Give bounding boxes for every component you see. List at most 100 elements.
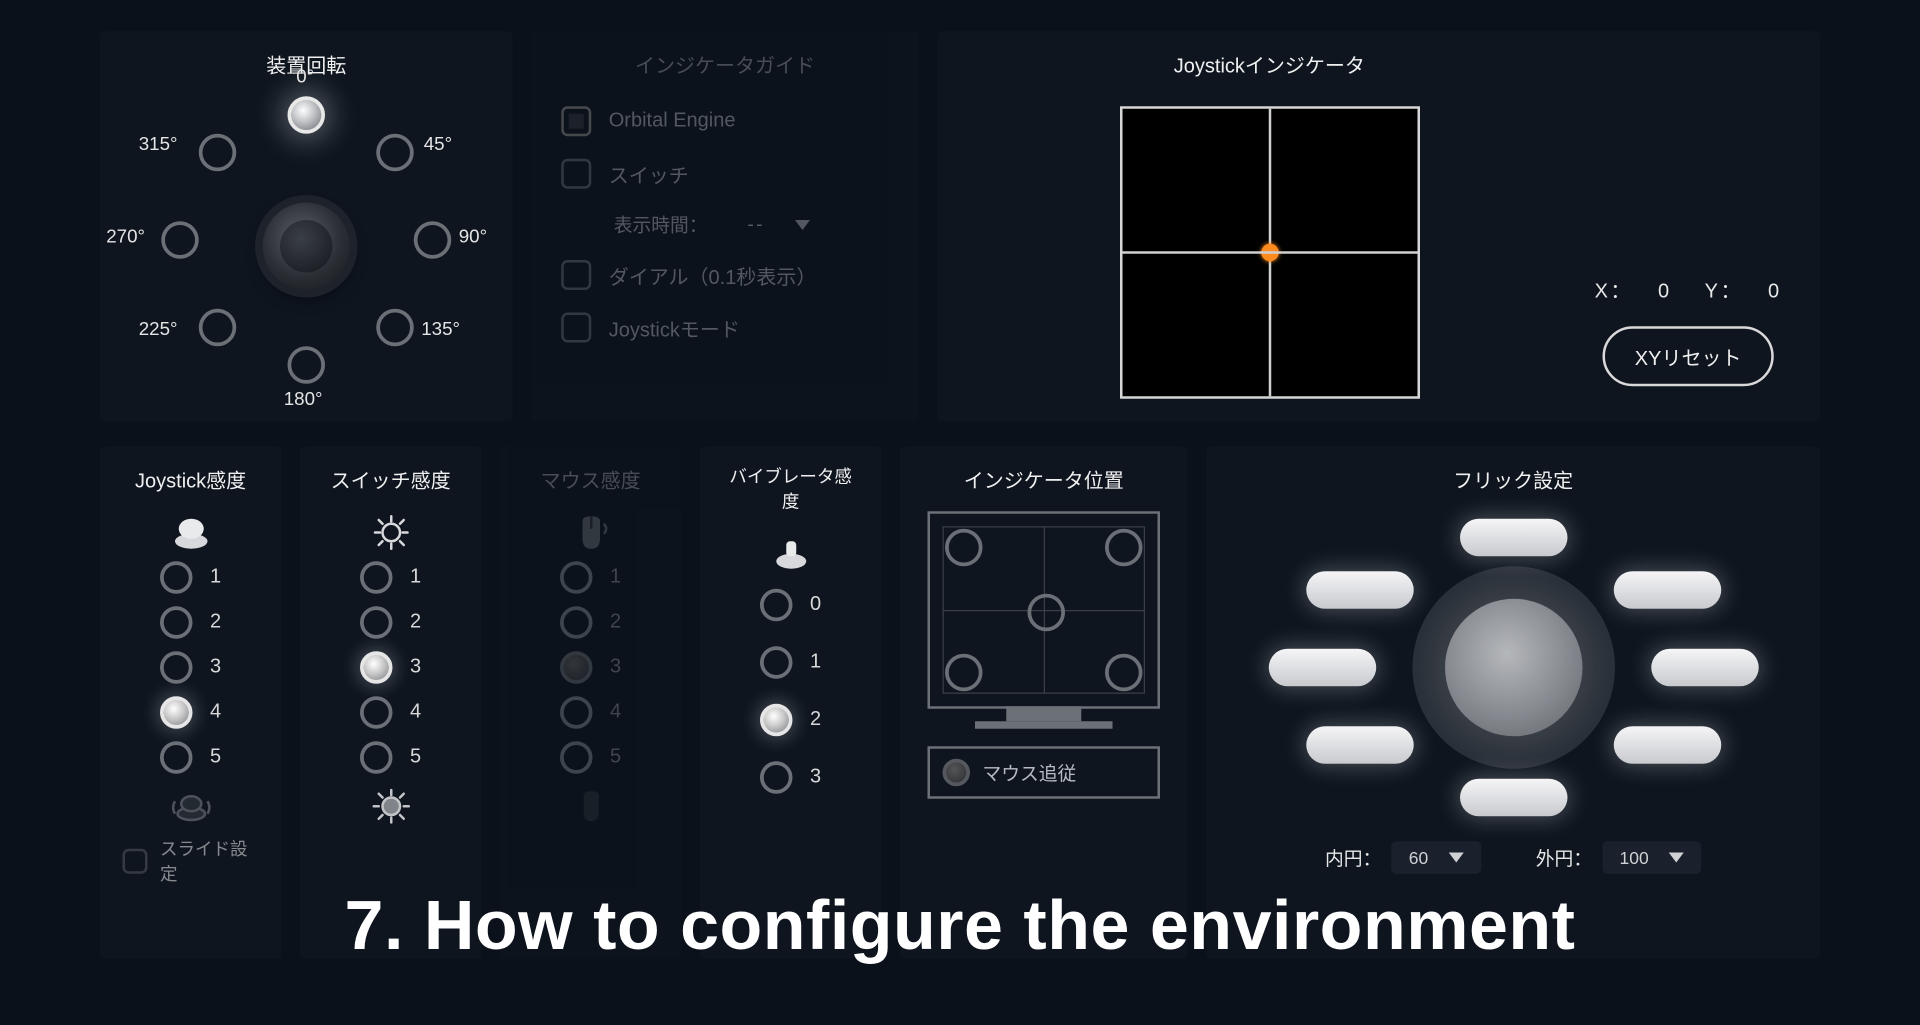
joystick-indicator-title: Joystickインジケータ — [960, 49, 1579, 79]
rotation-node-270[interactable] — [161, 221, 199, 259]
inner-circle-dropdown[interactable]: 60 — [1391, 841, 1480, 874]
flick-pill-nw[interactable] — [1306, 571, 1414, 609]
chevron-down-icon — [1669, 853, 1684, 863]
joystick-x-value: 0 — [1658, 281, 1672, 302]
guide-display-time-row[interactable]: 表示時間： -- — [561, 211, 889, 237]
flick-pill-e[interactable] — [1651, 649, 1759, 687]
monitor-diagram[interactable] — [928, 511, 1161, 709]
joystick-y-value: 0 — [1768, 281, 1782, 302]
flick-pill-sw[interactable] — [1306, 726, 1414, 764]
overlay-caption: 7. How to configure the environment — [0, 885, 1920, 965]
device-rotation-panel: 装置回転 0° 45° 90° 135° 180° 225° 270° 315° — [100, 31, 513, 421]
indicator-guide-title: インジケータガイド — [554, 49, 897, 79]
rot-label-135: 135° — [421, 319, 460, 340]
rot-label-180: 180° — [284, 389, 323, 410]
position-bottom-left[interactable] — [945, 654, 983, 692]
checkbox-icon[interactable] — [561, 260, 591, 290]
vib-sens-opt-0[interactable]: 0 — [760, 589, 821, 622]
vib-sens-opt-1[interactable]: 1 — [760, 646, 821, 679]
rotation-dial[interactable]: 0° 45° 90° 135° 180° 225° 270° 315° — [131, 96, 481, 396]
joystick-position-dot — [1261, 244, 1279, 262]
guide-dial-row[interactable]: ダイアル（0.1秒表示） — [561, 260, 889, 290]
checkbox-icon[interactable] — [561, 106, 591, 136]
indicator-guide-panel: インジケータガイド Orbital Engine スイッチ 表示時間： -- ダ… — [531, 31, 919, 421]
rotation-node-180[interactable] — [288, 346, 326, 384]
guide-orbital-row[interactable]: Orbital Engine — [561, 106, 889, 136]
flick-pill-n[interactable] — [1459, 519, 1567, 557]
flick-pill-w[interactable] — [1268, 649, 1376, 687]
joystick-sensitivity-panel: Joystick感度 1 2 3 4 5 スライド設定 — [100, 446, 281, 959]
outer-circle-label: 外円： — [1536, 844, 1592, 870]
switch-sens-opt-2[interactable]: 2 — [360, 606, 421, 639]
switch-sens-opt-3[interactable]: 3 — [360, 651, 421, 684]
flick-settings-panel: フリック設定 内円： 60 外円： 100 — [1206, 446, 1820, 959]
vib-sens-opt-3[interactable]: 3 — [760, 761, 821, 794]
rotation-node-225[interactable] — [199, 309, 237, 347]
rotation-node-45[interactable] — [376, 134, 414, 172]
guide-joystick-mode-row[interactable]: Joystickモード — [561, 313, 889, 343]
flick-settings-title: フリック設定 — [1229, 464, 1798, 494]
switch-sensitivity-title: スイッチ感度 — [331, 464, 451, 494]
vibrator-sensitivity-title: バイブレータ感度 — [723, 464, 859, 514]
mouse-sens-opt-3: 3 — [560, 651, 621, 684]
rot-label-225: 225° — [139, 319, 178, 340]
position-top-left[interactable] — [945, 529, 983, 567]
position-bottom-right[interactable] — [1105, 654, 1143, 692]
sun-glow-icon — [369, 789, 412, 824]
joystick-sens-opt-5[interactable]: 5 — [160, 741, 221, 774]
xy-reset-button[interactable]: XYリセット — [1602, 326, 1774, 386]
switch-sens-opt-4[interactable]: 4 — [360, 696, 421, 729]
radio-icon[interactable] — [943, 759, 971, 787]
joystick-sens-opt-3[interactable]: 3 — [160, 651, 221, 684]
checkbox-icon[interactable] — [561, 313, 591, 343]
position-center[interactable] — [1028, 594, 1066, 632]
joystick-y-label: Y： — [1705, 281, 1743, 302]
mouse-sens-opt-5: 5 — [560, 741, 621, 774]
mouse-vibration-icon — [569, 789, 612, 824]
position-top-right[interactable] — [1105, 529, 1143, 567]
joystick-icon — [169, 514, 212, 552]
joystick-sensitivity-title: Joystick感度 — [135, 464, 246, 494]
guide-switch-row[interactable]: スイッチ — [561, 159, 889, 189]
joystick-sens-opt-4[interactable]: 4 — [160, 696, 221, 729]
chevron-down-icon — [1448, 853, 1463, 863]
joystick-sens-opt-2[interactable]: 2 — [160, 606, 221, 639]
vibrator-sensitivity-panel: バイブレータ感度 0 1 2 3 — [700, 446, 881, 959]
slide-setting-row[interactable]: スライド設定 — [123, 836, 259, 886]
switch-sens-opt-5[interactable]: 5 — [360, 741, 421, 774]
flick-pill-s[interactable] — [1459, 779, 1567, 817]
mouse-icon — [569, 514, 612, 552]
flick-pill-ne[interactable] — [1613, 571, 1721, 609]
joystick-xy-readout: X： 0 Y： 0 — [1582, 274, 1794, 304]
joystick-sens-opt-1[interactable]: 1 — [160, 561, 221, 594]
rot-label-270: 270° — [106, 226, 145, 247]
outer-circle-setting[interactable]: 外円： 100 — [1536, 841, 1701, 874]
switch-sensitivity-panel: スイッチ感度 1 2 3 4 5 — [300, 446, 481, 959]
vib-sens-opt-2[interactable]: 2 — [760, 704, 821, 737]
sun-icon — [369, 514, 412, 552]
checkbox-icon[interactable] — [561, 159, 591, 189]
mouse-follow-label: マウス追従 — [983, 759, 1077, 785]
rotation-hub[interactable] — [263, 203, 351, 291]
flick-hub[interactable] — [1444, 599, 1582, 737]
mouse-follow-option[interactable]: マウス追従 — [928, 746, 1161, 799]
inner-circle-setting[interactable]: 内円： 60 — [1325, 841, 1481, 874]
switch-sens-opt-1[interactable]: 1 — [360, 561, 421, 594]
outer-circle-dropdown[interactable]: 100 — [1602, 841, 1701, 874]
joystick-xy-grid[interactable] — [1119, 106, 1419, 399]
joystick-x-label: X： — [1595, 281, 1633, 302]
flick-diagram[interactable] — [1251, 511, 1776, 824]
vibrator-icon — [769, 534, 812, 572]
mouse-sensitivity-panel: マウス感度 1 2 3 4 5 — [500, 446, 681, 959]
rotation-node-90[interactable] — [414, 221, 452, 259]
inner-circle-value: 60 — [1409, 848, 1428, 868]
checkbox-icon[interactable] — [123, 849, 148, 874]
inner-circle-label: 内円： — [1325, 844, 1381, 870]
chevron-down-icon[interactable] — [795, 219, 810, 229]
rotation-node-0[interactable] — [288, 96, 326, 134]
rotation-node-135[interactable] — [376, 309, 414, 347]
guide-switch-label: スイッチ — [609, 159, 689, 189]
rot-label-45: 45° — [424, 134, 452, 155]
rotation-node-315[interactable] — [199, 134, 237, 172]
flick-pill-se[interactable] — [1613, 726, 1721, 764]
